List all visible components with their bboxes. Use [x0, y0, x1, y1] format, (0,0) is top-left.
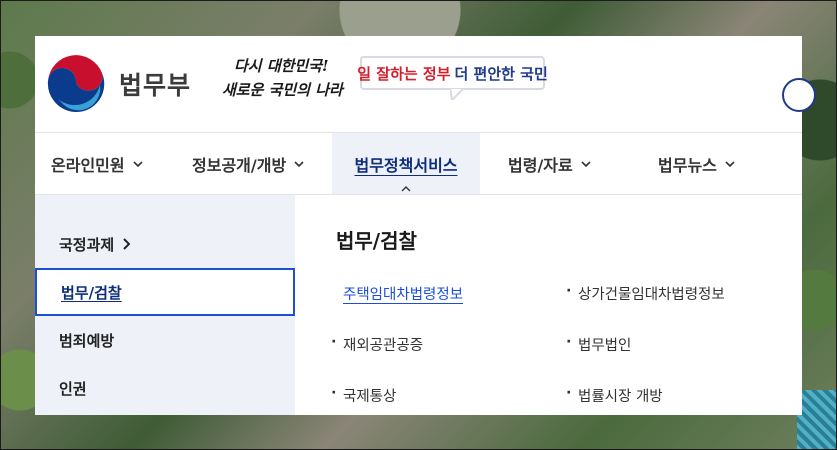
mega-dropdown: 국정과제 법무/검찰 범죄예방 인권 법무/검찰 주택임대차법령정보 · 상가건… — [35, 195, 802, 415]
nav-label: 법령/자료 — [508, 155, 573, 175]
link-row: · 국제통상 · 법률시장 개방 — [331, 385, 801, 436]
link-label: 법무법인 — [578, 338, 632, 354]
nav-label: 법무정책서비스 — [354, 155, 458, 175]
chevron-down-icon — [133, 160, 143, 167]
chevron-down-icon — [294, 160, 304, 167]
submenu-label: 법무/검찰 — [61, 283, 122, 302]
link-legal-market-opening[interactable]: · 법률시장 개방 — [566, 385, 801, 436]
submenu-item-justice-prosecution[interactable]: 법무/검찰 — [35, 268, 295, 316]
bullet: · — [566, 334, 572, 350]
nav-item-laws-materials[interactable]: 법령/자료 — [480, 133, 630, 194]
link-label: 주택임대차법령정보 — [343, 287, 464, 303]
link-commercial-lease-law[interactable]: · 상가건물임대차법령정보 — [566, 283, 801, 334]
bullet: · — [331, 385, 337, 401]
link-label: 국제통상 — [343, 389, 397, 405]
link-label: 재외공관공증 — [343, 338, 424, 354]
nav-item-online-civil[interactable]: 온라인민원 — [35, 133, 176, 194]
link-label: 법률시장 개방 — [578, 389, 663, 405]
slogan: 다시 대한민국! 새로운 국민의 나라 — [222, 54, 347, 112]
submenu-item-human-rights[interactable]: 인권 — [35, 364, 295, 412]
campaign-text-2: 더 편안한 국민 — [454, 64, 548, 83]
submenu-links: 주택임대차법령정보 · 상가건물임대차법령정보 · 재외공관공증 · 법무법인 — [331, 283, 801, 436]
link-label: 상가건물임대차법령정보 — [578, 287, 725, 303]
nav-label: 법무뉴스 — [658, 155, 717, 175]
submenu-content: 법무/검찰 주택임대차법령정보 · 상가건물임대차법령정보 · 재외공관공증 ·… — [295, 195, 802, 415]
nav-item-policy-service[interactable]: 법무정책서비스 — [332, 133, 480, 194]
submenu-sidebar: 국정과제 법무/검찰 범죄예방 인권 — [35, 195, 295, 415]
submenu-label: 범죄예방 — [59, 331, 115, 350]
korea-taegeuk-emblem-icon[interactable] — [44, 51, 108, 115]
site-header: 법무부 다시 대한민국! 새로운 국민의 나라 일 잘하는 정부 더 편안한 국… — [35, 36, 816, 133]
link-law-firm[interactable]: · 법무법인 — [566, 334, 801, 385]
campaign-banner: 일 잘하는 정부 더 편안한 국민 — [357, 56, 548, 100]
mega-menu-panel: 법무부 다시 대한민국! 새로운 국민의 나라 일 잘하는 정부 더 편안한 국… — [35, 36, 816, 415]
nav-label: 온라인민원 — [51, 155, 125, 175]
site-logo-text[interactable]: 법무부 — [119, 66, 191, 102]
bullet: · — [566, 385, 572, 401]
submenu-label: 국정과제 — [59, 235, 115, 254]
nav-item-info-disclosure[interactable]: 정보공개/개방 — [176, 133, 332, 194]
link-row: · 재외공관공증 · 법무법인 — [331, 334, 801, 385]
link-international-trade[interactable]: · 국제통상 — [331, 385, 566, 436]
campaign-text-1: 일 잘하는 정부 — [357, 64, 451, 83]
main-nav: 온라인민원 정보공개/개방 법무정책서비스 법령/자료 법무뉴스 — [35, 133, 802, 195]
slogan-line-2: 새로운 국민의 나라 — [222, 81, 343, 99]
chevron-down-icon — [581, 160, 591, 167]
search-button[interactable] — [782, 78, 816, 112]
submenu-item-crime-prevention[interactable]: 범죄예방 — [35, 316, 295, 364]
link-overseas-notarization[interactable]: · 재외공관공증 — [331, 334, 566, 385]
chevron-up-icon — [401, 186, 411, 192]
link-housing-lease-law[interactable]: 주택임대차법령정보 — [331, 283, 566, 334]
nav-label: 정보공개/개방 — [192, 155, 287, 175]
chevron-down-icon — [725, 160, 735, 167]
submenu-label: 인권 — [59, 379, 87, 398]
link-row: 주택임대차법령정보 · 상가건물임대차법령정보 — [331, 283, 801, 334]
slogan-line-1: 다시 대한민국! — [234, 57, 329, 75]
nav-item-news[interactable]: 법무뉴스 — [630, 133, 780, 194]
bullet: · — [331, 334, 337, 350]
bullet: · — [566, 283, 572, 299]
chevron-right-icon — [123, 238, 131, 250]
submenu-item-national-tasks[interactable]: 국정과제 — [35, 220, 295, 268]
speech-tail-icon — [450, 88, 464, 100]
submenu-title: 법무/검찰 — [336, 229, 417, 253]
